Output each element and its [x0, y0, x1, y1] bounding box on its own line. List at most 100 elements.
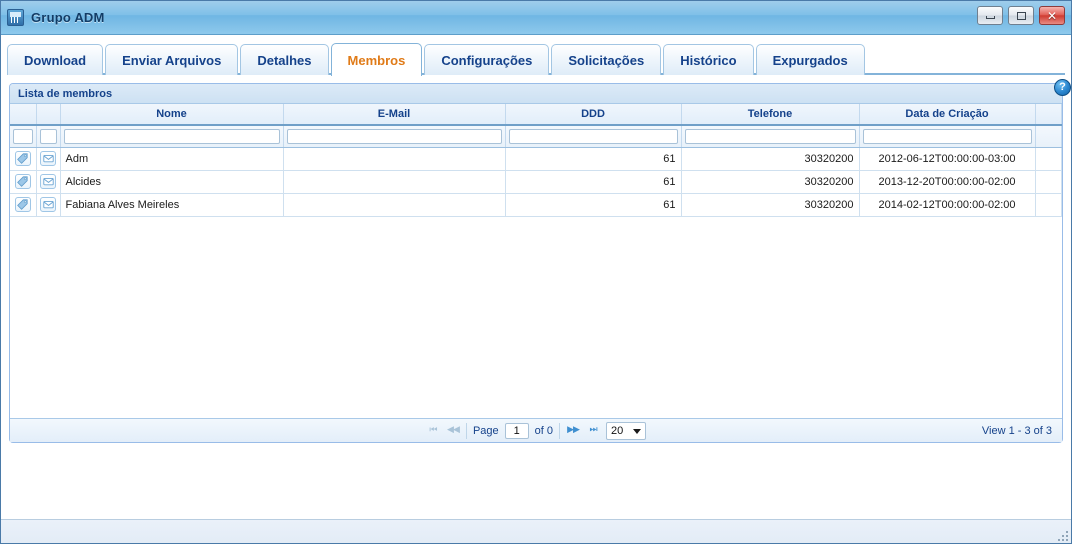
tab-expurgados[interactable]: Expurgados — [755, 44, 865, 75]
page-number-input[interactable]: 1 — [504, 422, 529, 439]
row-mail-cell[interactable] — [36, 170, 61, 194]
column-header-edit[interactable] — [10, 104, 37, 126]
members-grid-panel: ? Lista de membros Nome E-Mail DDD Telef… — [9, 79, 1071, 443]
cell-email — [283, 170, 506, 194]
column-header-ddd[interactable]: DDD — [505, 104, 682, 126]
envelope-icon[interactable] — [40, 174, 56, 189]
table-row[interactable]: Adm 61 30320200 2012-06-12T00:00:00-03:0… — [10, 147, 1062, 171]
tab-configuracoes[interactable]: Configurações — [424, 44, 550, 75]
cell-spacer — [1035, 147, 1062, 171]
filter-input-data[interactable] — [862, 128, 1032, 144]
row-edit-cell[interactable] — [10, 147, 37, 171]
filter-cell-nome — [60, 125, 284, 148]
status-bar — [1, 519, 1071, 543]
filter-cell-email — [283, 125, 506, 148]
record-range-label: View 1 - 3 of 3 — [981, 424, 1052, 437]
minimize-button[interactable] — [977, 6, 1003, 25]
title-bar: Grupo ADM ✕ — [1, 1, 1071, 35]
row-edit-cell[interactable] — [10, 193, 37, 217]
cell-data-criacao: 2013-12-20T00:00:00-02:00 — [859, 170, 1036, 194]
close-button[interactable]: ✕ — [1039, 6, 1065, 25]
row-mail-cell[interactable] — [36, 147, 61, 171]
cell-ddd: 61 — [505, 147, 682, 171]
pager-divider-left — [465, 422, 467, 439]
tab-historico[interactable]: Histórico — [663, 44, 754, 75]
tab-bar: Download Enviar Arquivos Detalhes Membro… — [1, 35, 1071, 76]
cell-spacer — [1035, 193, 1062, 217]
envelope-icon[interactable] — [40, 151, 56, 166]
tab-solicitacoes[interactable]: Solicitações — [551, 44, 662, 75]
column-header-telefone[interactable]: Telefone — [681, 104, 860, 126]
help-icon[interactable]: ? — [1054, 79, 1071, 96]
panel-title: Lista de membros — [18, 87, 113, 100]
tag-icon[interactable] — [14, 174, 31, 189]
envelope-icon[interactable] — [40, 197, 56, 212]
application-window: Grupo ADM ✕ Download Enviar Arquivos Det… — [0, 0, 1072, 544]
filter-cell-ddd — [505, 125, 682, 148]
page-size-value: 20 — [611, 424, 624, 437]
row-mail-cell[interactable] — [36, 193, 61, 217]
column-header-data-criacao[interactable]: Data de Criação — [859, 104, 1036, 126]
filter-input-ddd[interactable] — [508, 128, 678, 144]
column-header-spacer — [1035, 104, 1062, 126]
tab-download[interactable]: Download — [7, 44, 104, 75]
filter-cell-data — [859, 125, 1036, 148]
cell-ddd: 61 — [505, 193, 682, 217]
tag-icon[interactable] — [14, 151, 31, 166]
previous-page-icon[interactable]: ◀◀ — [446, 426, 460, 435]
table-row[interactable]: Alcides 61 30320200 2013-12-20T00:00:00-… — [10, 170, 1062, 194]
cell-ddd: 61 — [505, 170, 682, 194]
table-row[interactable]: Fabiana Alves Meireles 61 30320200 2014-… — [10, 193, 1062, 217]
tag-icon[interactable] — [14, 197, 31, 212]
table-filter-row — [10, 125, 1062, 148]
column-header-email[interactable]: E-Mail — [283, 104, 506, 126]
cell-spacer — [1035, 170, 1062, 194]
window-title: Grupo ADM — [31, 10, 105, 25]
filter-cell-spacer — [1035, 125, 1062, 148]
panel-header: Lista de membros — [10, 84, 1062, 104]
filter-cell-mail — [36, 125, 61, 148]
cell-telefone: 30320200 — [681, 193, 860, 217]
page-label: Page — [472, 424, 499, 437]
cell-data-criacao: 2012-06-12T00:00:00-03:00 — [859, 147, 1036, 171]
window-controls: ✕ — [977, 6, 1065, 25]
members-grid: Nome E-Mail DDD Telefone Data de Criação — [10, 104, 1062, 418]
window-body: Download Enviar Arquivos Detalhes Membro… — [1, 35, 1071, 519]
column-header-mail[interactable] — [36, 104, 61, 126]
filter-input-nome[interactable] — [63, 128, 280, 144]
cell-data-criacao: 2014-02-12T00:00:00-02:00 — [859, 193, 1036, 217]
filter-cell-edit — [10, 125, 37, 148]
filter-input-telefone[interactable] — [684, 128, 856, 144]
filter-cell-telefone — [681, 125, 860, 148]
filter-input-edit[interactable] — [13, 128, 33, 144]
row-edit-cell[interactable] — [10, 170, 37, 194]
cell-telefone: 30320200 — [681, 147, 860, 171]
members-table: Nome E-Mail DDD Telefone Data de Criação — [10, 104, 1062, 217]
cell-telefone: 30320200 — [681, 170, 860, 194]
cell-email — [283, 147, 506, 171]
cell-nome: Alcides — [60, 170, 284, 194]
pager-divider-right — [559, 422, 561, 439]
tab-membros[interactable]: Membros — [330, 43, 423, 76]
tab-content-membros: ? Lista de membros Nome E-Mail DDD Telef… — [1, 75, 1071, 519]
last-page-icon[interactable]: ⏭ — [586, 426, 600, 435]
resize-grip-icon[interactable] — [1056, 529, 1068, 541]
page-size-select[interactable]: 20 — [606, 421, 647, 440]
tab-detalhes[interactable]: Detalhes — [240, 44, 329, 75]
minimize-icon — [985, 16, 995, 19]
filter-input-mail[interactable] — [39, 128, 57, 144]
filter-input-email[interactable] — [286, 128, 502, 144]
table-header-row: Nome E-Mail DDD Telefone Data de Criação — [10, 104, 1062, 126]
column-header-nome[interactable]: Nome — [60, 104, 284, 126]
chevron-down-icon — [633, 428, 642, 434]
maximize-button[interactable] — [1008, 6, 1034, 25]
window-app-icon — [7, 9, 24, 26]
pagination-toolbar: ⏮ ◀◀ Page 1 of 0 ▶▶ ⏭ 20 View 1 - 3 of 3 — [10, 418, 1062, 442]
tab-enviar-arquivos[interactable]: Enviar Arquivos — [105, 44, 239, 75]
maximize-icon — [1016, 11, 1026, 20]
cell-email — [283, 193, 506, 217]
first-page-icon[interactable]: ⏮ — [426, 426, 440, 435]
next-page-icon[interactable]: ▶▶ — [566, 426, 580, 435]
cell-nome: Fabiana Alves Meireles — [60, 193, 284, 217]
cell-nome: Adm — [60, 147, 284, 171]
